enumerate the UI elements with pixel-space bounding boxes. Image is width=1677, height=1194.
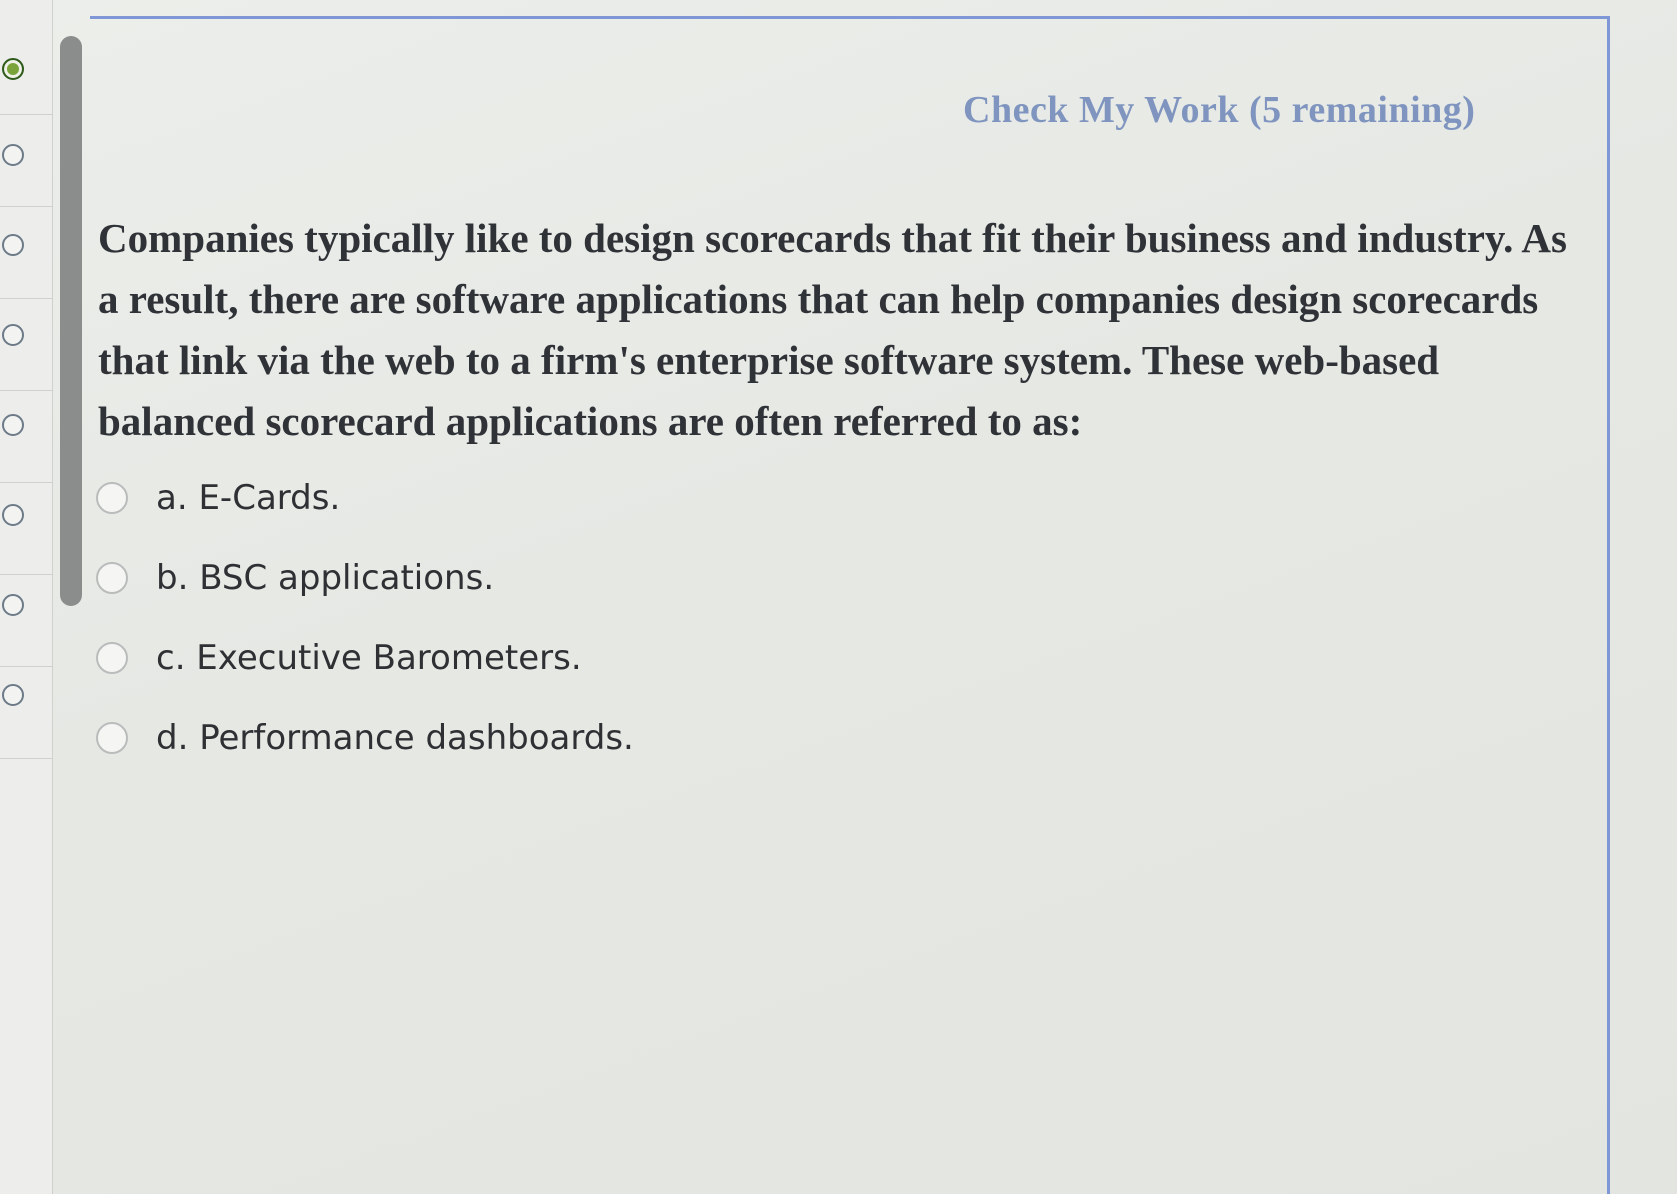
option-b-label[interactable]: b. BSC applications. — [156, 558, 494, 598]
unanswered-status-icon — [2, 324, 24, 346]
unanswered-status-icon — [2, 234, 24, 256]
option-d-label[interactable]: d. Performance dashboards. — [156, 718, 634, 758]
nav-item-1[interactable] — [0, 22, 52, 115]
question-navigator — [0, 0, 53, 1194]
option-c-label[interactable]: c. Executive Barometers. — [156, 638, 582, 678]
nav-item-3[interactable] — [0, 206, 52, 299]
option-b[interactable]: b. BSC applications. — [96, 538, 996, 618]
nav-item-7[interactable] — [0, 574, 52, 667]
radio-button-b[interactable] — [96, 562, 128, 594]
radio-button-d[interactable] — [96, 722, 128, 754]
answer-options: a. E-Cards. b. BSC applications. c. Exec… — [96, 458, 996, 778]
unanswered-status-icon — [2, 594, 24, 616]
check-my-work-link[interactable]: Check My Work (5 remaining) — [963, 88, 1475, 132]
option-a-label[interactable]: a. E-Cards. — [156, 478, 340, 518]
option-c[interactable]: c. Executive Barometers. — [96, 618, 996, 698]
scrollbar-track[interactable] — [60, 30, 82, 1190]
option-d[interactable]: d. Performance dashboards. — [96, 698, 996, 778]
unanswered-status-icon — [2, 144, 24, 166]
unanswered-status-icon — [2, 504, 24, 526]
unanswered-status-icon — [2, 414, 24, 436]
assignment-page: Check My Work (5 remaining) Companies ty… — [0, 0, 1677, 1194]
scrollbar-thumb[interactable] — [60, 36, 82, 606]
nav-item-5[interactable] — [0, 390, 52, 483]
completed-status-icon — [2, 58, 24, 80]
nav-item-8[interactable] — [0, 666, 52, 759]
nav-item-4[interactable] — [0, 298, 52, 391]
option-a[interactable]: a. E-Cards. — [96, 458, 996, 538]
radio-button-a[interactable] — [96, 482, 128, 514]
question-text: Companies typically like to design score… — [98, 215, 1567, 444]
nav-item-2[interactable] — [0, 114, 52, 207]
radio-button-c[interactable] — [96, 642, 128, 674]
unanswered-status-icon — [2, 684, 24, 706]
nav-item-6[interactable] — [0, 482, 52, 575]
